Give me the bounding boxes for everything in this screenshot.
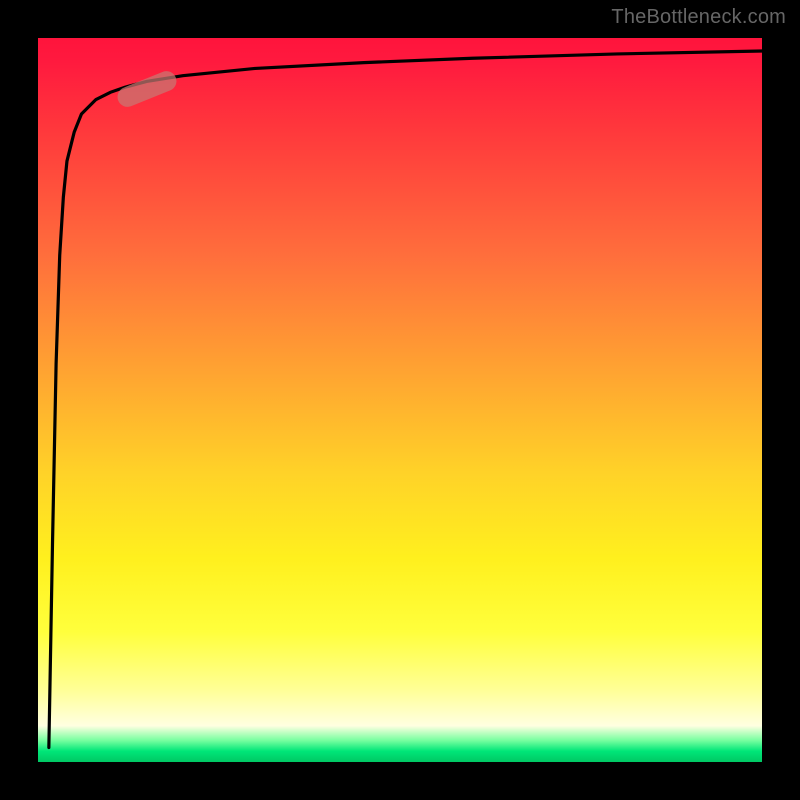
watermark-text: TheBottleneck.com <box>611 6 786 29</box>
curve-svg <box>38 38 762 762</box>
plot-area <box>38 38 762 762</box>
bottleneck-curve <box>49 51 762 747</box>
